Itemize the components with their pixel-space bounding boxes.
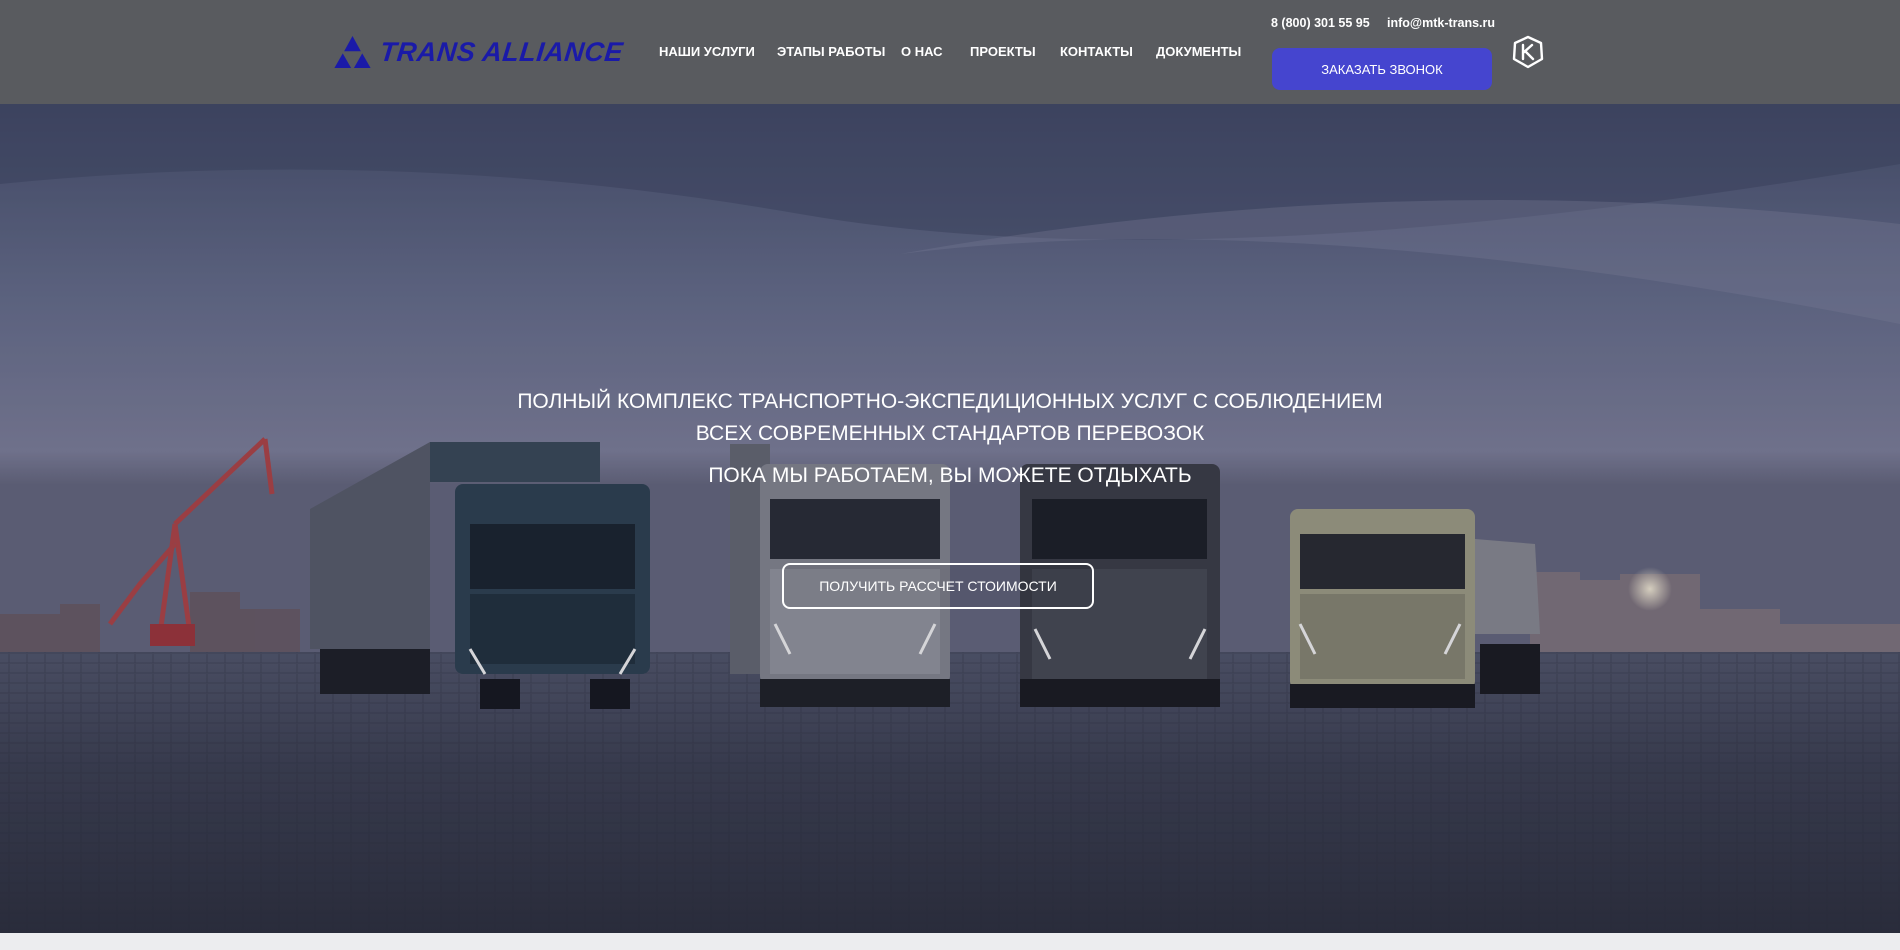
logo-text: TRANS ALLIANCE [378,36,625,67]
order-call-button[interactable]: ЗАКАЗАТЬ ЗВОНОК [1272,48,1492,90]
nav-item-documents[interactable]: ДОКУМЕНТЫ [1156,44,1241,59]
nav-item-about[interactable]: О НАС [901,44,943,59]
nav-item-projects[interactable]: ПРОЕКТЫ [970,44,1036,59]
get-price-button[interactable]: ПОЛУЧИТЬ РАССЧЕТ СТОИМОСТИ [782,563,1094,609]
site-header: TRANS ALLIANCE НАШИ УСЛУГИ ЭТАПЫ РАБОТЫ … [0,0,1900,104]
hero-overlay [0,104,1900,933]
phone-link[interactable]: 8 (800) 301 55 95 [1271,16,1370,30]
nav-item-contacts[interactable]: КОНТАКТЫ [1060,44,1133,59]
nav-item-stages[interactable]: ЭТАПЫ РАБОТЫ [777,44,885,59]
hero-title-line-2: ВСЕХ СОВРЕМЕННЫХ СТАНДАРТОВ ПЕРЕВОЗОК [695,422,1205,445]
logo[interactable]: TRANS ALLIANCE [333,27,625,77]
hero-title-line-1: ПОЛНЫЙ КОМПЛЕКС ТРАНСПОРТНО-ЭКСПЕДИЦИОНН… [517,390,1383,413]
nav-item-services[interactable]: НАШИ УСЛУГИ [659,44,755,59]
hero-section: ПОЛНЫЙ КОМПЛЕКС ТРАНСПОРТНО-ЭКСПЕДИЦИОНН… [0,104,1900,933]
triangle-logo-icon [334,35,371,69]
hero-title: ПОЛНЫЙ КОМПЛЕКС ТРАНСПОРТНО-ЭКСПЕДИЦИОНН… [450,386,1450,450]
hero-subtitle: ПОКА МЫ РАБОТАЕМ, ВЫ МОЖЕТЕ ОТДЫХАТЬ [708,464,1192,487]
page-bottom-strip [0,933,1900,950]
email-link[interactable]: info@mtk-trans.ru [1387,16,1495,30]
k-badge-icon[interactable] [1511,35,1545,69]
